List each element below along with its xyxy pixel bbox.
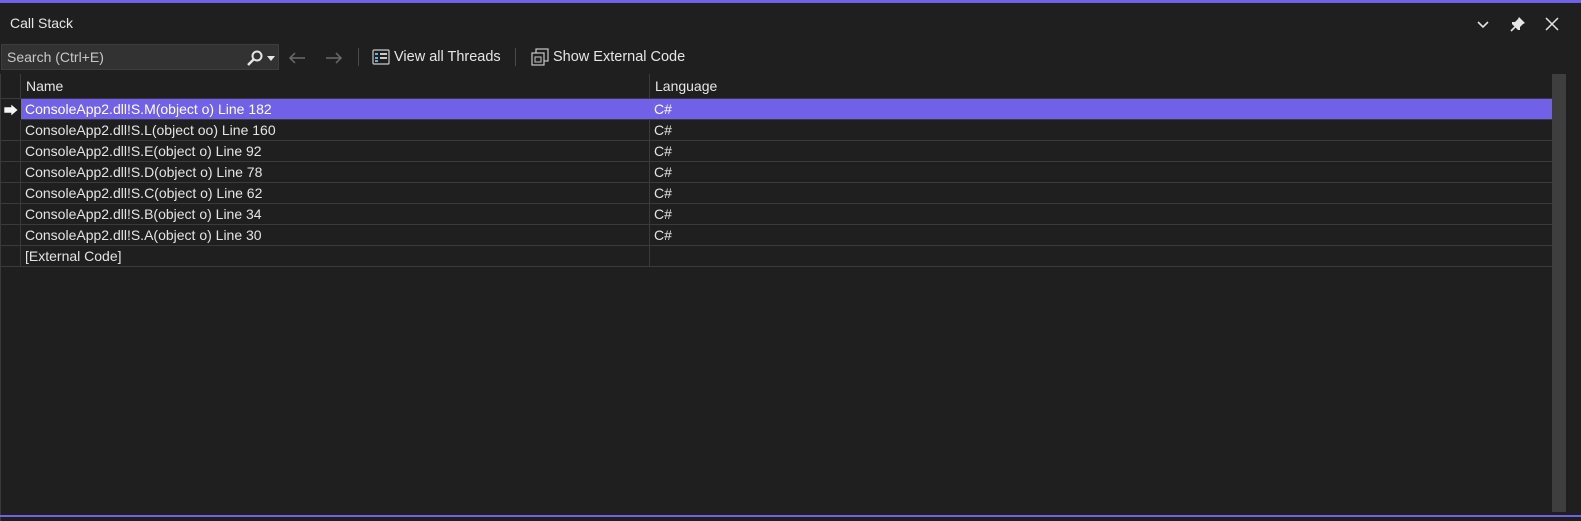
frame-language: C#	[654, 185, 672, 201]
scrollbar-thumb[interactable]	[1552, 74, 1566, 512]
view-all-threads-label: View all Threads	[394, 49, 501, 65]
frame-name: ConsoleApp2.dll!S.D(object o) Line 78	[25, 164, 263, 180]
back-button[interactable]	[286, 47, 308, 69]
search-input[interactable]	[2, 49, 232, 65]
view-all-threads-button[interactable]: View all Threads	[372, 45, 501, 69]
frame-language: C#	[654, 101, 672, 117]
frame-name: [External Code]	[25, 248, 122, 264]
frame-language: C#	[654, 227, 672, 243]
close-button[interactable]	[1540, 12, 1564, 36]
toolbar-separator	[358, 48, 359, 66]
table-row[interactable]: ConsoleApp2.dll!S.B(object o) Line 34 C#	[1, 204, 1553, 225]
table-row[interactable]: ConsoleApp2.dll!S.L(object oo) Line 160 …	[1, 120, 1553, 141]
table-row[interactable]: ConsoleApp2.dll!S.E(object o) Line 92 C#	[1, 141, 1553, 162]
table-row[interactable]: ConsoleApp2.dll!S.D(object o) Line 78 C#	[1, 162, 1553, 183]
pin-icon	[1510, 17, 1525, 32]
show-external-code-label: Show External Code	[553, 49, 686, 65]
call-stack-grid: Name Language ConsoleApp2.dll!S.M(object…	[0, 74, 1553, 521]
table-row[interactable]: ConsoleApp2.dll!S.M(object o) Line 182 C…	[1, 99, 1553, 120]
show-external-code-button[interactable]: Show External Code	[531, 45, 685, 69]
column-header-language[interactable]: Language	[655, 78, 717, 94]
frame-name: ConsoleApp2.dll!S.M(object o) Line 182	[25, 101, 272, 117]
forward-button[interactable]	[323, 47, 345, 69]
close-icon	[1545, 17, 1559, 31]
search-box[interactable]	[1, 44, 279, 70]
column-header-name[interactable]: Name	[26, 78, 63, 94]
window-title: Call Stack	[10, 15, 74, 31]
pin-button[interactable]	[1506, 12, 1530, 36]
arrow-left-icon	[288, 52, 305, 64]
frame-name: ConsoleApp2.dll!S.E(object o) Line 92	[25, 143, 262, 159]
toolbar-separator	[515, 48, 516, 66]
current-frame-arrow-icon	[3, 102, 19, 117]
external-code-icon	[531, 48, 549, 66]
frame-name: ConsoleApp2.dll!S.L(object oo) Line 160	[25, 122, 276, 138]
frame-language: C#	[654, 206, 672, 222]
frame-language: C#	[654, 164, 672, 180]
search-options-button[interactable]	[246, 48, 278, 68]
frame-name: ConsoleApp2.dll!S.C(object o) Line 62	[25, 185, 263, 201]
frame-name: ConsoleApp2.dll!S.A(object o) Line 30	[25, 227, 262, 243]
threads-icon	[372, 49, 390, 65]
chevron-down-icon	[1477, 21, 1489, 29]
search-icon	[247, 50, 263, 66]
table-row[interactable]: ConsoleApp2.dll!S.C(object o) Line 62 C#	[1, 183, 1553, 204]
current-frame-indicator	[1, 99, 21, 120]
grid-header: Name Language	[1, 74, 1553, 99]
table-row[interactable]: ConsoleApp2.dll!S.A(object o) Line 30 C#	[1, 225, 1553, 246]
frame-language: C#	[654, 122, 672, 138]
table-row[interactable]: [External Code]	[1, 246, 1553, 267]
dropdown-button[interactable]	[1471, 12, 1495, 36]
caret-down-icon	[267, 56, 275, 61]
frame-name: ConsoleApp2.dll!S.B(object o) Line 34	[25, 206, 262, 222]
toolbar: View all Threads Show External Code	[0, 43, 1581, 71]
window-bottom-accent	[0, 515, 1581, 517]
title-bar: Call Stack	[0, 3, 1581, 41]
arrow-right-icon	[326, 52, 343, 64]
vertical-scrollbar[interactable]	[1552, 74, 1581, 521]
frame-language: C#	[654, 143, 672, 159]
